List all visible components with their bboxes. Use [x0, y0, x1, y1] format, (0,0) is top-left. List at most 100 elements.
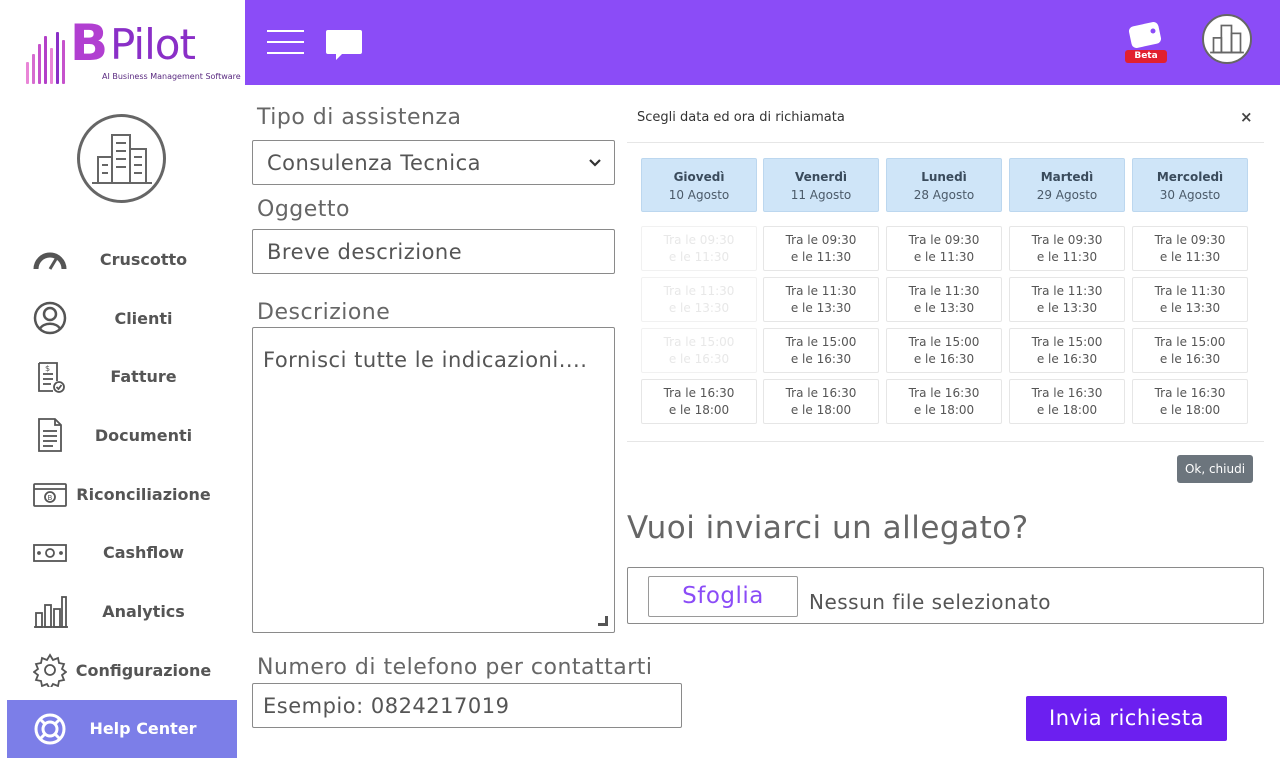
submit-request-button[interactable]: Invia richiesta	[1026, 696, 1227, 741]
logo-pilot: Pilot	[110, 20, 196, 69]
chevron-down-icon	[589, 158, 601, 167]
time-slot[interactable]: Tra le 15:00 e le 16:30	[763, 328, 879, 373]
day-date: 11 Agosto	[790, 188, 852, 202]
time-slot-start: Tra le 16:30	[663, 386, 735, 400]
description-placeholder: Fornisci tutte le indicazioni....	[263, 348, 588, 372]
phone-placeholder: Esempio: 0824217019	[263, 693, 510, 718]
close-icon[interactable]: ×	[1240, 108, 1253, 126]
sidebar-item-label: Help Center	[89, 719, 197, 739]
time-slot-start: Tra le 16:30	[1154, 386, 1226, 400]
time-slot-end: e le 13:30	[1036, 301, 1098, 315]
app-logo[interactable]: B Pilot AI Business Management Software	[26, 14, 241, 86]
time-slot[interactable]: Tra le 09:30 e le 11:30	[1132, 226, 1248, 271]
sidebar-item-cruscotto[interactable]: Cruscotto	[0, 230, 245, 289]
time-slot[interactable]: Tra le 09:30 e le 11:30	[1009, 226, 1125, 271]
time-slot[interactable]: Tra le 15:00 e le 16:30	[886, 328, 1002, 373]
time-slot[interactable]: Tra le 15:00 e le 16:30	[1009, 328, 1125, 373]
time-slot-end: e le 11:30	[913, 250, 975, 264]
time-slot[interactable]: Tra le 16:30 e le 18:00	[1132, 379, 1248, 424]
ok-close-button[interactable]: Ok, chiudi	[1177, 455, 1253, 483]
sidebar-item-label: Clienti	[114, 308, 173, 328]
time-slot: Tra le 15:00 e le 16:30	[641, 328, 757, 373]
time-slot-end: e le 16:30	[790, 352, 852, 366]
time-slot-start: Tra le 09:30	[1154, 233, 1226, 247]
day-date: 30 Agosto	[1159, 188, 1221, 202]
time-slot-start: Tra le 11:30	[1031, 284, 1103, 298]
time-slot[interactable]: Tra le 11:30 e le 13:30	[1132, 277, 1248, 322]
time-slot-end: e le 16:30	[913, 352, 975, 366]
company-avatar[interactable]	[77, 114, 166, 203]
time-slot[interactable]: Tra le 09:30 e le 11:30	[886, 226, 1002, 271]
assistance-type-label: Tipo di assistenza	[257, 105, 462, 130]
callback-title: Scegli data ed ora di richiamata	[637, 110, 845, 125]
hamburger-menu-icon[interactable]	[267, 30, 304, 54]
logo-tagline: AI Business Management Software	[102, 72, 241, 81]
time-slot[interactable]: Tra le 15:00 e le 16:30	[1132, 328, 1248, 373]
sidebar-item-clienti[interactable]: Clienti	[0, 289, 245, 348]
time-slot[interactable]: Tra le 16:30 e le 18:00	[763, 379, 879, 424]
buildings-icon	[91, 133, 152, 184]
time-slot-start: Tra le 16:30	[908, 386, 980, 400]
time-slot-end: e le 18:00	[913, 403, 975, 417]
time-slot-start: Tra le 15:00	[1154, 335, 1226, 349]
day-date: 10 Agosto	[668, 188, 730, 202]
time-slot-start: Tra le 16:30	[1031, 386, 1103, 400]
sidebar-item-riconciliazione[interactable]: B Riconciliazione	[0, 465, 245, 524]
lifebuoy-icon	[32, 711, 68, 747]
phone-input[interactable]: Esempio: 0824217019	[252, 683, 682, 728]
day-date: 28 Agosto	[913, 188, 975, 202]
description-textarea[interactable]: Fornisci tutte le indicazioni....	[252, 327, 615, 633]
svg-text:$: $	[45, 364, 50, 373]
beta-badge: Beta	[1125, 50, 1167, 63]
day-header: Mercoledì 30 Agosto	[1132, 158, 1248, 212]
sidebar-item-label: Cashflow	[102, 543, 185, 563]
time-slot-start: Tra le 09:30	[785, 233, 857, 247]
phone-label: Numero di telefono per contattarti	[257, 655, 653, 680]
time-slot-end: e le 11:30	[790, 250, 852, 264]
day-name: Lunedì	[921, 170, 967, 184]
day-header: Lunedì 28 Agosto	[886, 158, 1002, 212]
time-slot[interactable]: Tra le 16:30 e le 18:00	[886, 379, 1002, 424]
divider	[627, 142, 1264, 143]
time-slot[interactable]: Tra le 11:30 e le 13:30	[763, 277, 879, 322]
time-slot-start: Tra le 11:30	[663, 284, 735, 298]
time-slot-start: Tra le 11:30	[785, 284, 857, 298]
time-slot[interactable]: Tra le 16:30 e le 18:00	[641, 379, 757, 424]
browse-button[interactable]: Sfoglia	[648, 576, 798, 617]
time-slot-start: Tra le 15:00	[908, 335, 980, 349]
time-slot-end: e le 16:30	[668, 352, 730, 366]
time-slot: Tra le 09:30 e le 11:30	[641, 226, 757, 271]
time-slot-end: e le 13:30	[790, 301, 852, 315]
day-name: Mercoledì	[1156, 170, 1224, 184]
assistance-type-select[interactable]: Consulenza Tecnica	[252, 140, 615, 185]
time-slot-start: Tra le 09:30	[663, 233, 735, 247]
time-slot-start: Tra le 11:30	[908, 284, 980, 298]
chat-icon[interactable]	[325, 28, 363, 62]
day-name: Martedì	[1040, 170, 1094, 184]
beta-feature-button[interactable]: Beta	[1125, 20, 1169, 64]
day-name: Venerdì	[794, 170, 848, 184]
sidebar-item-configurazione[interactable]: Configurazione	[0, 641, 245, 700]
time-slot-end: e le 11:30	[668, 250, 730, 264]
sidebar-item-analytics[interactable]: Analytics	[0, 582, 245, 641]
time-slot[interactable]: Tra le 09:30 e le 11:30	[763, 226, 879, 271]
time-slot[interactable]: Tra le 16:30 e le 18:00	[1009, 379, 1125, 424]
time-slot-end: e le 18:00	[790, 403, 852, 417]
resize-handle-icon[interactable]	[598, 616, 608, 626]
time-slot[interactable]: Tra le 11:30 e le 13:30	[1009, 277, 1125, 322]
sidebar: B Pilot AI Business Management Software	[0, 0, 245, 768]
sidebar-item-documenti[interactable]: Documenti	[0, 406, 245, 465]
sidebar-item-label: Riconciliazione	[76, 484, 211, 504]
time-slot-end: e le 18:00	[1036, 403, 1098, 417]
sidebar-item-cashflow[interactable]: Cashflow	[0, 523, 245, 582]
assistance-type-value: Consulenza Tecnica	[267, 150, 481, 175]
time-slot-start: Tra le 11:30	[1154, 284, 1226, 298]
day-header: Venerdì 11 Agosto	[763, 158, 879, 212]
user-avatar[interactable]	[1202, 14, 1252, 64]
sidebar-item-fatture[interactable]: $ Fatture	[0, 347, 245, 406]
time-slot[interactable]: Tra le 11:30 e le 13:30	[886, 277, 1002, 322]
subject-input[interactable]: Breve descrizione	[252, 229, 615, 274]
sidebar-item-help-center[interactable]: Help Center	[7, 699, 237, 759]
sidebar-item-label: Analytics	[102, 601, 185, 621]
sidebar-item-label: Configurazione	[75, 660, 212, 680]
